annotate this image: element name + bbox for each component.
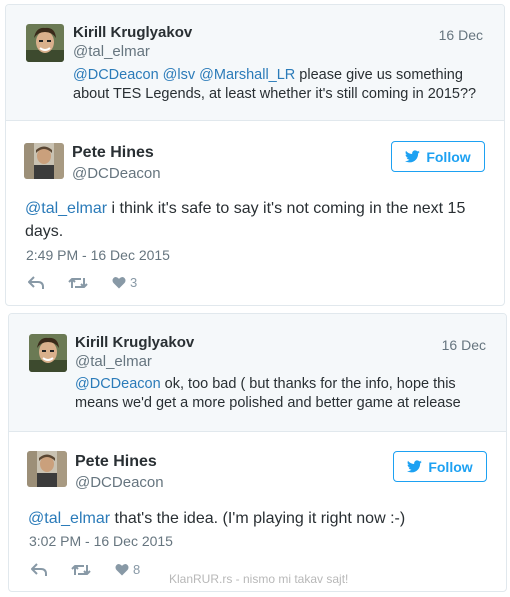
follow-button[interactable]: Follow — [391, 141, 485, 172]
reply-author-handle[interactable]: @DCDeacon — [75, 474, 164, 491]
follow-label: Follow — [426, 148, 471, 165]
text-fragment: days. — [25, 223, 64, 240]
text-fragment: ok, too bad ( but thanks for the info, h… — [160, 376, 456, 392]
quoted-tweet-text: @DCDeacon ok, too bad ( but thanks for t… — [75, 375, 495, 413]
quoted-author-handle[interactable]: @tal_elmar — [75, 353, 152, 370]
mention-link[interactable]: @DCDeacon — [75, 376, 161, 392]
mention-link[interactable]: @tal_elmar — [25, 200, 107, 217]
like-count: 8 — [133, 562, 141, 577]
mention-link[interactable]: @DCDeacon — [73, 67, 159, 83]
reply-button[interactable] — [31, 562, 47, 577]
reply-icon — [31, 562, 47, 576]
like-button[interactable]: 3 — [112, 275, 137, 290]
avatar[interactable] — [26, 24, 64, 62]
quoted-tweet[interactable]: Kirill Kruglyakov @tal_elmar 16 Dec @DCD… — [9, 314, 506, 432]
avatar[interactable] — [27, 451, 67, 487]
retweet-icon — [68, 277, 88, 288]
reply-author-name[interactable]: Pete Hines — [72, 144, 154, 162]
like-count: 3 — [130, 275, 138, 290]
reply-tweet-text: @tal_elmar i think it's safe to say it's… — [25, 197, 495, 243]
tweet-timestamp[interactable]: 2:49 PM - 16 Dec 2015 — [26, 247, 170, 263]
retweet-icon — [71, 564, 91, 575]
heart-icon — [115, 564, 129, 576]
retweet-button[interactable] — [68, 276, 88, 290]
quoted-date[interactable]: 16 Dec — [442, 337, 486, 353]
twitter-bird-icon — [405, 150, 421, 163]
tweet-card: Kirill Kruglyakov @tal_elmar 16 Dec @DCD… — [8, 313, 507, 592]
retweet-button[interactable] — [71, 563, 91, 577]
watermark: KlanRUR.rs - nismo mi takav sajt! — [169, 572, 349, 586]
tweet-actions: 3 — [28, 275, 161, 290]
text-fragment: please give us something — [295, 67, 463, 83]
text-fragment: i think it's safe to say it's not coming… — [107, 200, 466, 217]
reply-tweet-text: @tal_elmar that's the idea. (I'm playing… — [28, 507, 498, 530]
quoted-date[interactable]: 16 Dec — [439, 27, 483, 43]
avatar[interactable] — [24, 143, 64, 179]
quoted-author-name[interactable]: Kirill Kruglyakov — [73, 24, 192, 41]
like-button[interactable]: 8 — [115, 562, 140, 577]
mention-link[interactable]: @lsv — [163, 67, 195, 83]
text-fragment: means we'd get a more polished and bette… — [75, 395, 461, 411]
quoted-tweet-text: @DCDeacon @lsv @Marshall_LR please give … — [73, 66, 493, 104]
heart-icon — [112, 277, 126, 289]
quoted-author-name[interactable]: Kirill Kruglyakov — [75, 334, 194, 351]
quoted-author-handle[interactable]: @tal_elmar — [73, 43, 150, 60]
text-fragment: that's the idea. (I'm playing it right n… — [110, 510, 406, 527]
quoted-tweet[interactable]: Kirill Kruglyakov @tal_elmar 16 Dec @DCD… — [6, 5, 504, 121]
reply-author-handle[interactable]: @DCDeacon — [72, 165, 161, 182]
reply-button[interactable] — [28, 275, 44, 290]
reply-icon — [28, 275, 44, 289]
tweet-card: Kirill Kruglyakov @tal_elmar 16 Dec @DCD… — [5, 4, 505, 306]
text-fragment: about TES Legends, at least whether it's… — [73, 86, 477, 102]
mention-link[interactable]: @tal_elmar — [28, 510, 110, 527]
avatar[interactable] — [29, 334, 67, 372]
follow-button[interactable]: Follow — [393, 451, 487, 482]
follow-label: Follow — [428, 458, 473, 475]
tweet-actions: 8 — [31, 562, 164, 577]
twitter-bird-icon — [407, 460, 423, 473]
tweet-timestamp[interactable]: 3:02 PM - 16 Dec 2015 — [29, 533, 173, 549]
mention-link[interactable]: @Marshall_LR — [199, 67, 295, 83]
reply-author-name[interactable]: Pete Hines — [75, 453, 157, 471]
